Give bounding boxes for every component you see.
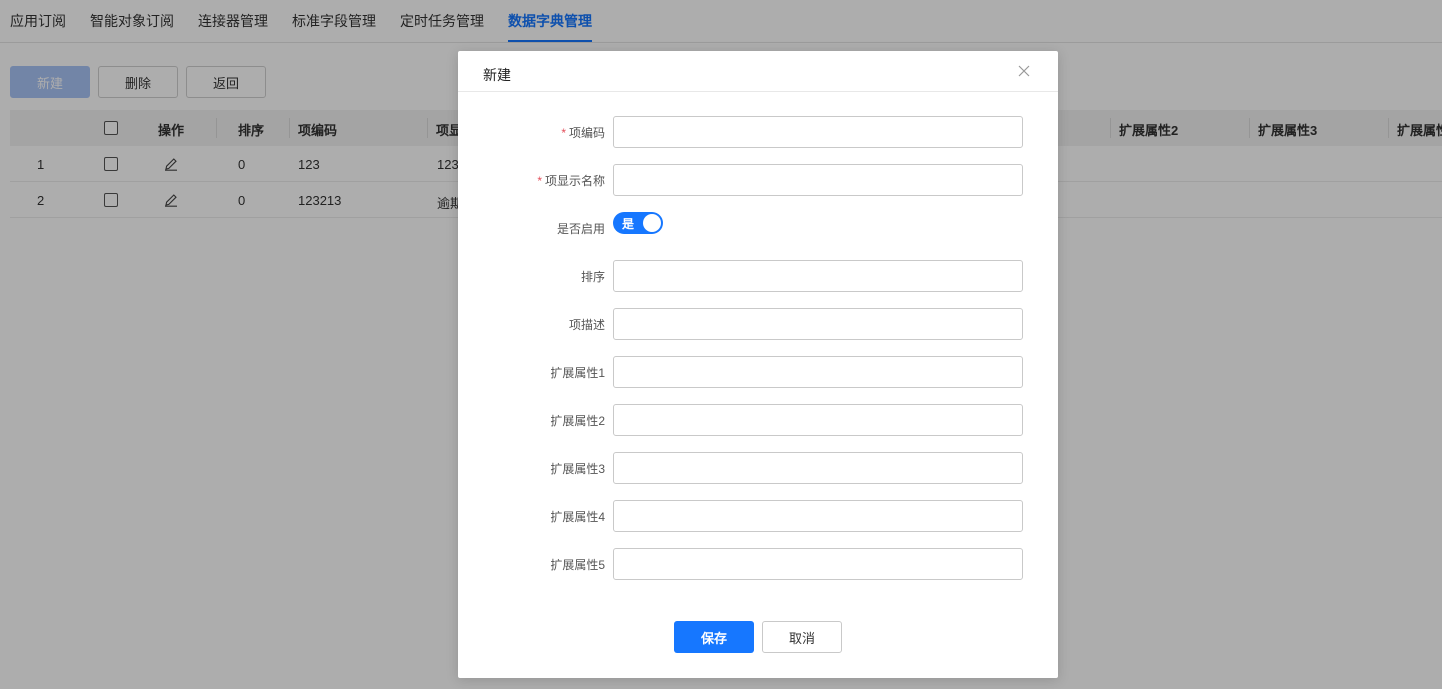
display-name-label-text: 项显示名称 bbox=[544, 174, 605, 188]
new-item-dialog: 新建 * 项编码 * 项显示名称 是否启用 是 排序 项描述 扩展属性1 扩展属性2… bbox=[458, 51, 1058, 678]
close-icon[interactable] bbox=[1018, 65, 1030, 77]
ext5-input[interactable] bbox=[613, 548, 1023, 580]
enabled-toggle[interactable]: 是 bbox=[613, 212, 663, 234]
save-button[interactable]: 保存 bbox=[674, 621, 754, 653]
ext1-input[interactable] bbox=[613, 356, 1023, 388]
code-input[interactable] bbox=[613, 116, 1023, 148]
display-name-label: * 项显示名称 bbox=[537, 172, 605, 189]
ext4-label: 扩展属性4 bbox=[550, 510, 605, 524]
ext5-label: 扩展属性5 bbox=[550, 558, 605, 572]
description-input[interactable] bbox=[613, 308, 1023, 340]
toggle-text: 是 bbox=[622, 217, 635, 231]
toggle-knob bbox=[643, 214, 661, 232]
display-name-input[interactable] bbox=[613, 164, 1023, 196]
ext4-input[interactable] bbox=[613, 500, 1023, 532]
required-mark: * bbox=[537, 174, 542, 188]
dialog-title: 新建 bbox=[483, 67, 511, 83]
description-label: 项描述 bbox=[568, 318, 605, 332]
ext2-label: 扩展属性2 bbox=[550, 414, 605, 428]
enabled-label: 是否启用 bbox=[556, 222, 605, 236]
code-label: * 项编码 bbox=[561, 124, 605, 141]
required-mark: * bbox=[561, 126, 566, 140]
ext2-input[interactable] bbox=[613, 404, 1023, 436]
ext1-label: 扩展属性1 bbox=[550, 366, 605, 380]
ext3-input[interactable] bbox=[613, 452, 1023, 484]
code-label-text: 项编码 bbox=[568, 126, 605, 140]
cancel-button[interactable]: 取消 bbox=[762, 621, 842, 653]
sort-input[interactable] bbox=[613, 260, 1023, 292]
ext3-label: 扩展属性3 bbox=[550, 462, 605, 476]
dialog-header: 新建 bbox=[458, 51, 1058, 92]
sort-label: 排序 bbox=[580, 270, 605, 284]
